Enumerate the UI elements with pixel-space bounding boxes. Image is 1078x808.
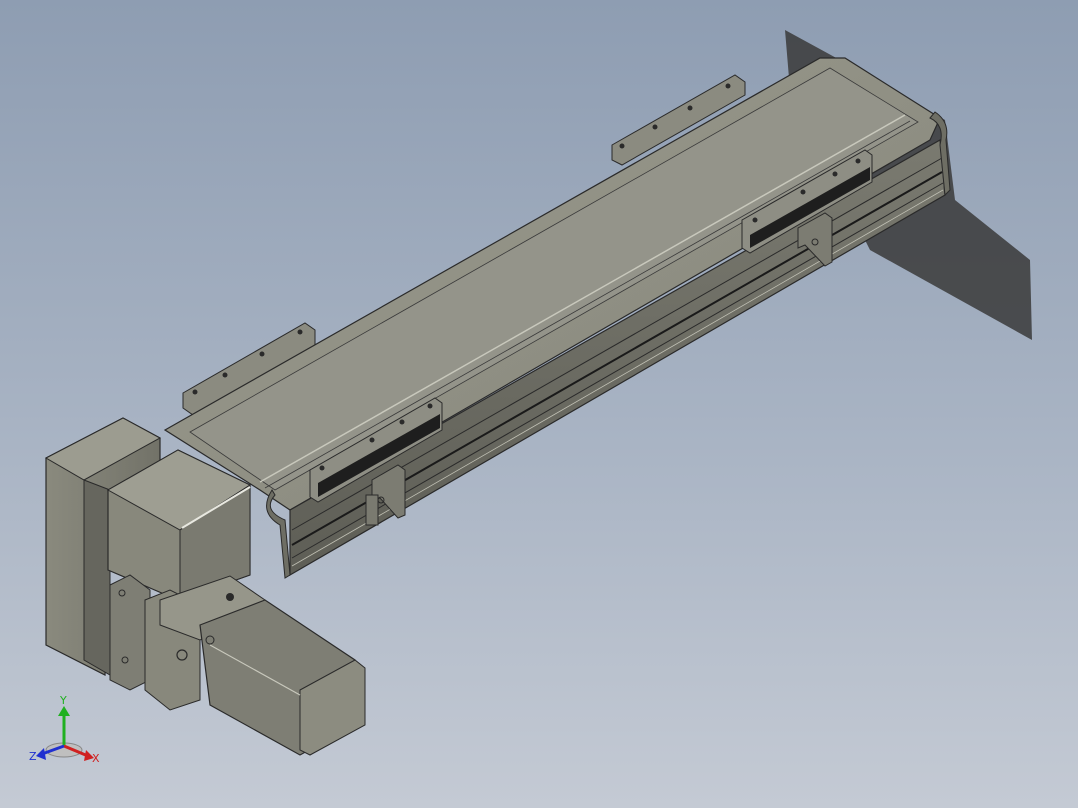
z-axis-label: Z xyxy=(29,750,37,763)
z-arrow-head-icon xyxy=(36,748,46,760)
y-axis-label: Y xyxy=(59,694,67,707)
x-axis-label: X xyxy=(92,752,100,765)
linear-rail-body[interactable] xyxy=(163,57,951,579)
orientation-triad: Y X Z xyxy=(29,694,100,765)
servo-motor[interactable] xyxy=(109,574,366,756)
3d-viewport[interactable] xyxy=(0,0,1078,808)
y-arrow-head-icon xyxy=(58,706,70,716)
